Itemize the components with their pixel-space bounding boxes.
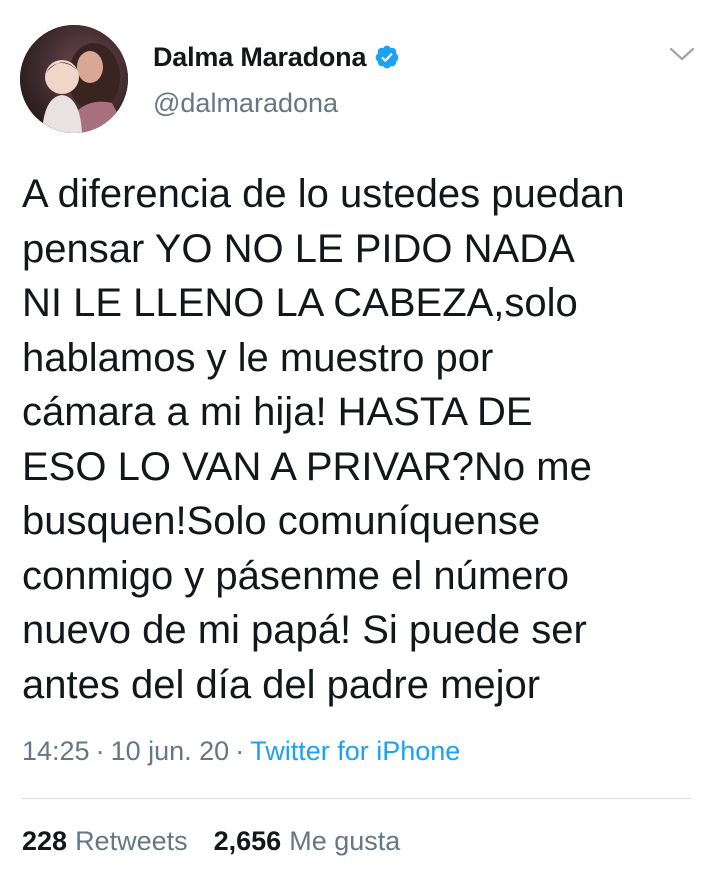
likes-count: 2,656 bbox=[213, 826, 282, 856]
tweet-metadata: 14:25 · 10 jun. 20 · Twitter for iPhone bbox=[22, 736, 460, 767]
tweet-text-line: antes del día del padre mejor bbox=[22, 662, 541, 707]
display-name[interactable]: Dalma Maradona bbox=[153, 42, 366, 73]
author-handle[interactable]: @dalmaradona bbox=[153, 88, 338, 119]
avatar-photo-icon bbox=[20, 25, 128, 133]
tweet-text-line: A diferencia de lo ustedes puedan bbox=[22, 172, 625, 216]
tweet-card: Dalma Maradona @dalmaradona A diferencia… bbox=[0, 0, 716, 882]
tweet-text-line: busquen!Solo comuníquense bbox=[22, 499, 541, 543]
tweet-stats: 228 Retweets 2,656 Me gusta bbox=[22, 826, 426, 857]
tweet-text-line: nuevo de mi papá! Si puede ser bbox=[22, 608, 587, 652]
retweets-count: 228 bbox=[22, 826, 68, 856]
tweet-time[interactable]: 14:25 bbox=[22, 736, 90, 766]
tweet-date[interactable]: 10 jun. 20 bbox=[111, 736, 230, 766]
tweet-text-line: NI LE LLENO LA CABEZA,solo bbox=[22, 281, 578, 325]
tweet-source-link[interactable]: Twitter for iPhone bbox=[250, 736, 460, 766]
meta-separator: · bbox=[235, 736, 245, 766]
chevron-down-icon[interactable] bbox=[668, 44, 696, 64]
tweet-text-line: hablamos y le muestro por bbox=[22, 335, 494, 380]
author-name-row[interactable]: Dalma Maradona bbox=[153, 40, 400, 74]
likes-label: Me gusta bbox=[289, 826, 401, 856]
tweet-text: A diferencia de lo ustedes puedan pensar… bbox=[22, 167, 702, 712]
tweet-text-line: pensar YO NO LE PIDO NADA bbox=[22, 226, 575, 271]
tweet-text-line: cámara a mi hija! HASTA DE bbox=[22, 390, 533, 434]
tweet-text-line: ESO LO VAN A PRIVAR?No me bbox=[22, 444, 592, 489]
meta-separator: · bbox=[95, 736, 105, 766]
retweets-stat[interactable]: 228 Retweets bbox=[22, 826, 188, 857]
divider bbox=[22, 798, 692, 799]
tweet-text-line: conmigo y pásenme el número bbox=[22, 553, 569, 598]
avatar[interactable] bbox=[20, 25, 128, 133]
retweets-label: Retweets bbox=[75, 826, 188, 856]
likes-stat[interactable]: 2,656 Me gusta bbox=[214, 826, 401, 857]
verified-badge-icon bbox=[374, 44, 400, 70]
